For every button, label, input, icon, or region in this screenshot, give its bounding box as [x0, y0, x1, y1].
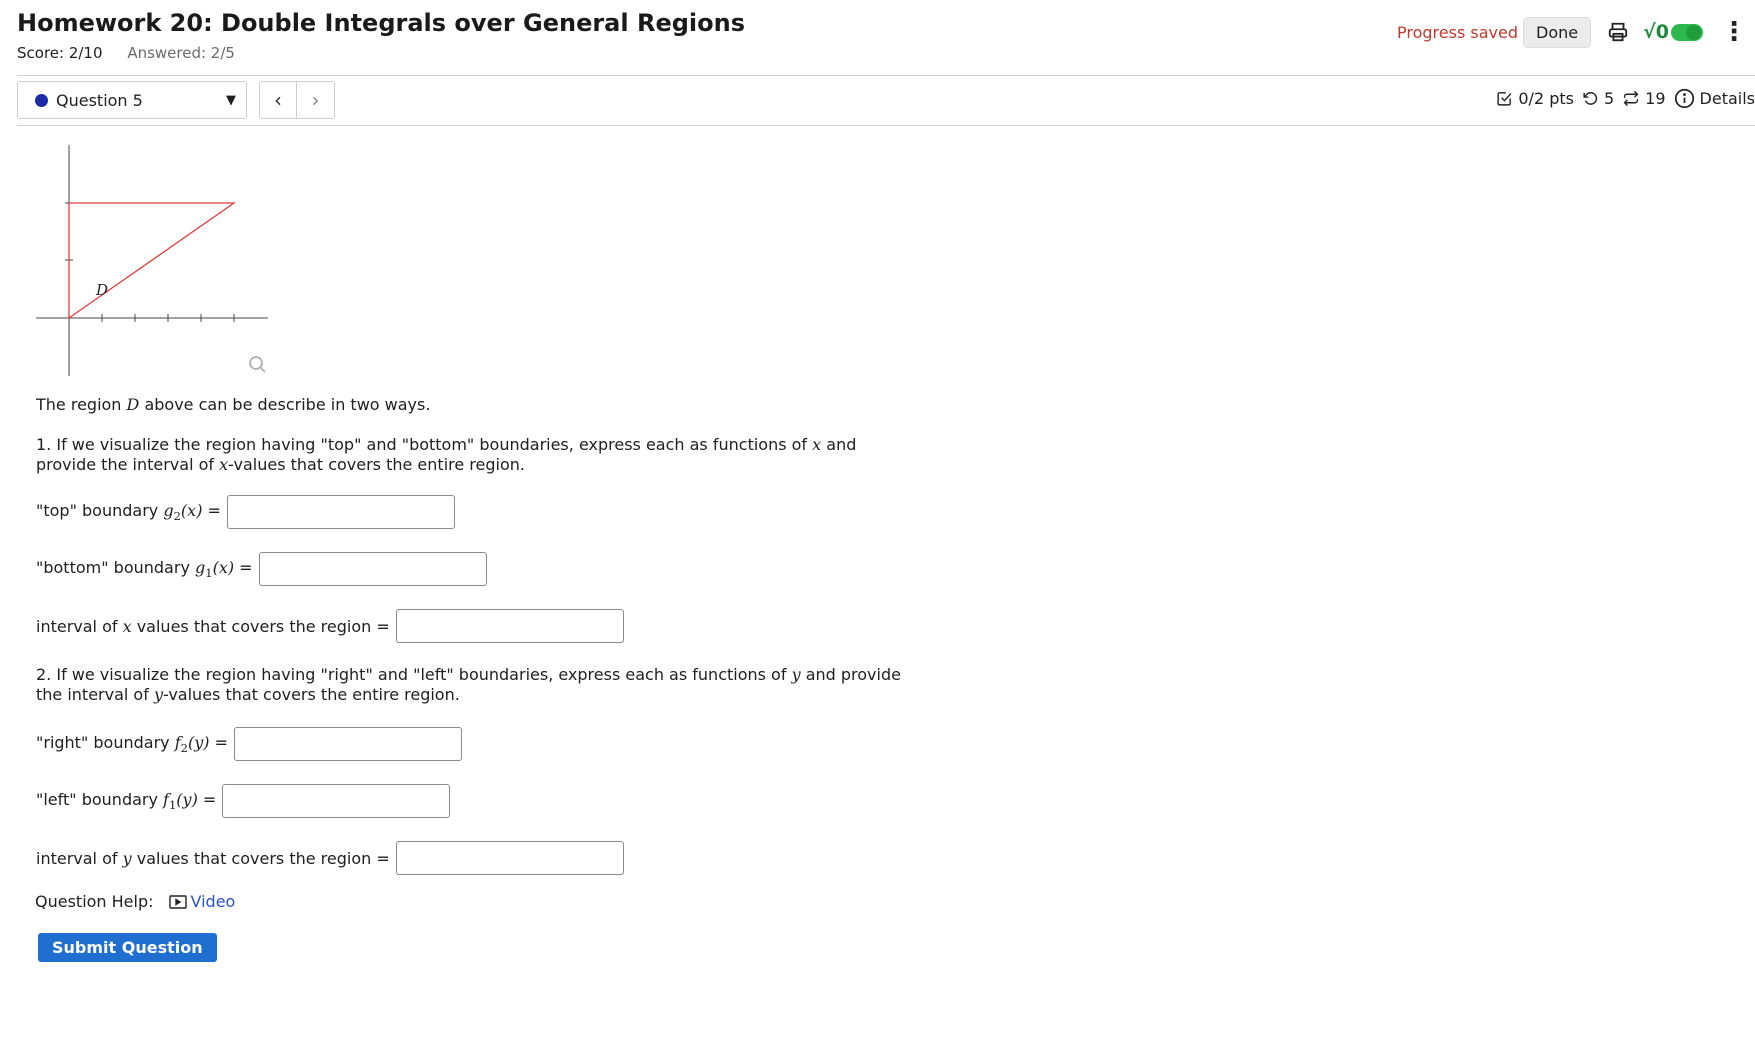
- part2-line1: 2. If we visualize the region having "ri…: [36, 665, 901, 684]
- part1-line1: 1. If we visualize the region having "to…: [36, 435, 857, 454]
- top-boundary-row: "top" boundary g2(x) =: [36, 495, 455, 529]
- top-right-toolbar: Progress saved Done √0 ⋮: [1397, 15, 1747, 49]
- bottom-boundary-input[interactable]: [258, 552, 487, 586]
- left-boundary-input[interactable]: [222, 784, 451, 818]
- bottom-boundary-row: "bottom" boundary g1(x) =: [36, 552, 487, 586]
- bottom-boundary-label: "bottom" boundary g1(x) =: [36, 557, 253, 581]
- question-dropdown[interactable]: Question 5 ▼: [17, 81, 247, 119]
- left-boundary-label: "left" boundary f1(y) =: [36, 789, 217, 813]
- left-boundary-row: "left" boundary f1(y) =: [36, 784, 451, 818]
- kebab-menu-icon[interactable]: ⋮: [1721, 19, 1747, 45]
- done-button[interactable]: Done: [1523, 16, 1592, 48]
- sqrt-icon: √0: [1643, 21, 1669, 43]
- right-boundary-label: "right" boundary f2(y) =: [36, 732, 228, 756]
- video-link-label: Video: [190, 892, 236, 911]
- retries-info: 5: [1582, 89, 1614, 108]
- question-meta: 0/2 pts 5 19 Details: [1488, 88, 1755, 109]
- question-dropdown-label: Question 5: [56, 90, 143, 110]
- top-boundary-input[interactable]: [226, 495, 455, 529]
- score-line: Score: 2/10 Answered: 2/5: [17, 44, 235, 62]
- header-divider: [17, 75, 1755, 76]
- y-interval-label: interval of y values that covers the reg…: [36, 848, 390, 868]
- part1-line2: provide the interval of x-values that co…: [36, 455, 525, 474]
- y-interval-row: interval of y values that covers the reg…: [36, 841, 624, 875]
- previous-question-button[interactable]: ‹: [259, 81, 297, 119]
- right-boundary-row: "right" boundary f2(y) =: [36, 727, 462, 761]
- top-boundary-label: "top" boundary g2(x) =: [36, 500, 221, 524]
- math-entry-toggle[interactable]: √0: [1643, 21, 1703, 43]
- versions-info: 19: [1622, 89, 1666, 108]
- homework-title: Homework 20: Double Integrals over Gener…: [17, 9, 745, 37]
- points-text: 0/2 pts: [1518, 89, 1574, 108]
- zoom-icon[interactable]: [249, 356, 266, 373]
- region-graph: D: [36, 145, 268, 376]
- submit-question-button[interactable]: Submit Question: [38, 933, 217, 962]
- printer-icon[interactable]: [1607, 21, 1629, 43]
- question-status-dot: [35, 93, 48, 107]
- region-d-outline: [68, 202, 237, 320]
- toggle-switch[interactable]: [1671, 23, 1703, 41]
- x-interval-input[interactable]: [395, 609, 624, 643]
- y-interval-input[interactable]: [395, 841, 624, 875]
- intro-text: The region D above can be describe in tw…: [36, 395, 431, 414]
- score-text: Score: 2/10: [17, 44, 103, 62]
- points-info: 0/2 pts: [1496, 89, 1574, 108]
- question-help-label: Question Help:: [35, 892, 154, 911]
- question-help: Question Help: Video: [35, 892, 235, 911]
- details-button[interactable]: Details: [1674, 88, 1755, 109]
- x-interval-label: interval of x values that covers the reg…: [36, 616, 390, 636]
- video-icon: [168, 894, 187, 909]
- video-help-link[interactable]: Video: [168, 892, 236, 911]
- region-d-label: D: [95, 281, 108, 299]
- versions-count: 19: [1645, 89, 1666, 108]
- nav-divider: [17, 125, 1755, 126]
- retries-count: 5: [1603, 89, 1615, 108]
- info-icon: [1674, 88, 1694, 109]
- part2-line2: the interval of y-values that covers the…: [36, 685, 460, 704]
- retry-icon: [1583, 92, 1598, 105]
- answered-text: Answered: 2/5: [127, 44, 235, 62]
- repeat-icon: [1623, 90, 1639, 107]
- details-label: Details: [1699, 89, 1755, 108]
- next-question-button[interactable]: ›: [297, 81, 335, 119]
- caret-down-icon: ▼: [226, 92, 236, 108]
- question-nav: ‹ ›: [259, 81, 335, 119]
- progress-saved-text: Progress saved: [1397, 22, 1518, 42]
- right-boundary-input[interactable]: [234, 727, 462, 761]
- checkbox-icon: [1497, 92, 1512, 106]
- x-interval-row: interval of x values that covers the reg…: [36, 609, 624, 643]
